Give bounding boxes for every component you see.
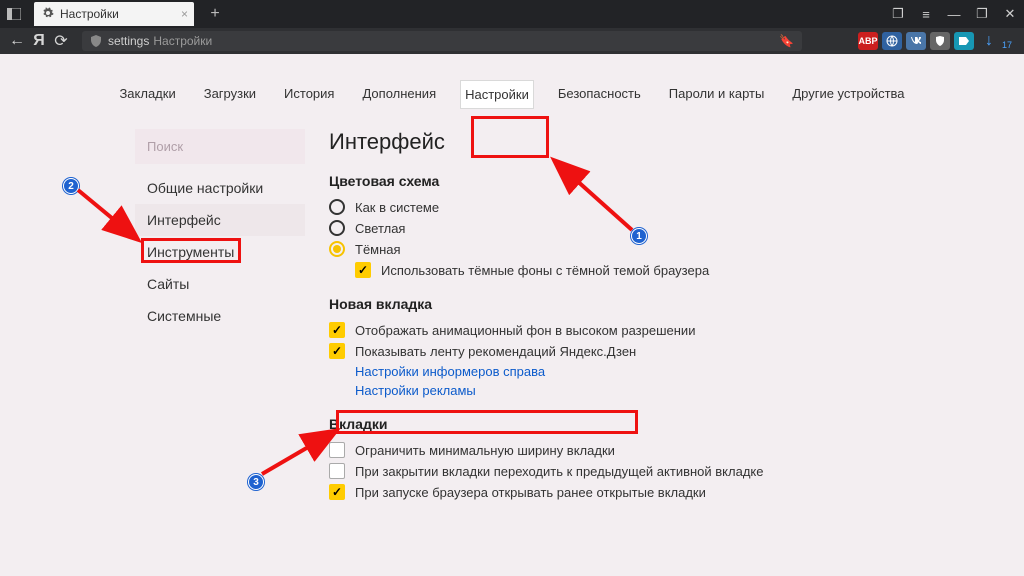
- check-zen-feed[interactable]: [329, 343, 345, 359]
- url-title: Настройки: [153, 34, 212, 48]
- section-tabs: Вкладки: [329, 416, 889, 432]
- close-window-button[interactable]: ✕: [996, 0, 1024, 28]
- address-field[interactable]: settings Настройки 🔖: [82, 31, 802, 51]
- reload-button[interactable]: ⟳: [50, 30, 72, 52]
- yandex-home-button[interactable]: Я: [28, 30, 50, 52]
- annotation-badge-3: 3: [248, 474, 264, 490]
- nav-addons[interactable]: Дополнения: [358, 80, 440, 109]
- url-path: settings: [108, 34, 149, 48]
- main-menu-button[interactable]: ≡: [912, 0, 940, 28]
- radio-scheme-system[interactable]: [329, 199, 345, 215]
- label-restore-tabs: При запуске браузера открывать ранее отк…: [355, 485, 706, 500]
- label-scheme-dark: Тёмная: [355, 242, 401, 257]
- check-restore-tabs[interactable]: [329, 484, 345, 500]
- nav-devices[interactable]: Другие устройства: [788, 80, 908, 109]
- ext-shield-icon[interactable]: [930, 32, 950, 50]
- settings-search-input[interactable]: Поиск: [135, 129, 305, 164]
- radio-scheme-dark[interactable]: [329, 241, 345, 257]
- back-button[interactable]: ←: [6, 30, 28, 52]
- collections-button[interactable]: ❐: [884, 0, 912, 28]
- top-nav: Закладки Загрузки История Дополнения Нас…: [30, 80, 994, 109]
- close-tab-icon[interactable]: ×: [181, 7, 188, 21]
- label-prev-tab: При закрытии вкладки переходить к предыд…: [355, 464, 763, 479]
- ext-vk-icon[interactable]: [906, 32, 926, 50]
- sidebar-item-interface[interactable]: Интерфейс: [135, 204, 305, 236]
- section-new-tab: Новая вкладка: [329, 296, 889, 312]
- label-scheme-light: Светлая: [355, 221, 405, 236]
- label-anim-bg: Отображать анимационный фон в высоком ра…: [355, 323, 695, 338]
- browser-tab[interactable]: Настройки ×: [34, 2, 194, 26]
- ext-adblock-icon[interactable]: ABP: [858, 32, 878, 50]
- settings-sidebar: Поиск Общие настройки Интерфейс Инструме…: [135, 129, 305, 505]
- settings-page: Закладки Загрузки История Дополнения Нас…: [0, 54, 1024, 576]
- titlebar: Настройки × + ❐ ≡ — ❐ ✕: [0, 0, 1024, 28]
- annotation-badge-2: 2: [63, 178, 79, 194]
- check-dark-backgrounds[interactable]: [355, 262, 371, 278]
- annotation-badge-1: 1: [631, 228, 647, 244]
- bookmark-icon[interactable]: 🔖: [779, 34, 794, 48]
- link-ad-settings[interactable]: Настройки рекламы: [355, 383, 889, 398]
- ext-globe-icon[interactable]: [882, 32, 902, 50]
- label-min-width: Ограничить минимальную ширину вкладки: [355, 443, 615, 458]
- check-min-width[interactable]: [329, 442, 345, 458]
- maximize-button[interactable]: ❐: [968, 0, 996, 28]
- link-widget-settings[interactable]: Настройки информеров справа: [355, 364, 889, 379]
- new-tab-button[interactable]: +: [202, 1, 228, 27]
- check-anim-bg[interactable]: [329, 322, 345, 338]
- tab-title: Настройки: [60, 7, 119, 21]
- sidebar-toggle-icon[interactable]: [0, 0, 28, 28]
- sidebar-item-system[interactable]: Системные: [135, 300, 305, 332]
- address-bar: ← Я ⟳ settings Настройки 🔖 ABP ↓ 17: [0, 28, 1024, 54]
- label-dark-backgrounds: Использовать тёмные фоны с тёмной темой …: [381, 263, 709, 278]
- settings-main: Интерфейс Цветовая схема Как в системе С…: [329, 129, 889, 505]
- nav-passwords[interactable]: Пароли и карты: [665, 80, 769, 109]
- nav-downloads[interactable]: Загрузки: [200, 80, 260, 109]
- nav-security[interactable]: Безопасность: [554, 80, 645, 109]
- nav-bookmarks[interactable]: Закладки: [115, 80, 179, 109]
- shield-icon: [90, 35, 102, 47]
- ext-price-icon[interactable]: [954, 32, 974, 50]
- sidebar-item-tools[interactable]: Инструменты: [135, 236, 305, 268]
- check-prev-tab[interactable]: [329, 463, 345, 479]
- page-title: Интерфейс: [329, 129, 889, 155]
- sidebar-item-general[interactable]: Общие настройки: [135, 172, 305, 204]
- nav-settings[interactable]: Настройки: [460, 80, 534, 109]
- section-color-scheme: Цветовая схема: [329, 173, 889, 189]
- gear-icon: [42, 7, 54, 22]
- extensions-tray: ABP ↓ 17: [858, 30, 1018, 52]
- radio-scheme-light[interactable]: [329, 220, 345, 236]
- downloads-count: 17: [1002, 40, 1012, 52]
- minimize-button[interactable]: —: [940, 0, 968, 28]
- label-scheme-system: Как в системе: [355, 200, 439, 215]
- nav-history[interactable]: История: [280, 80, 338, 109]
- downloads-button[interactable]: ↓: [978, 30, 1000, 52]
- sidebar-item-sites[interactable]: Сайты: [135, 268, 305, 300]
- label-zen-feed: Показывать ленту рекомендаций Яндекс.Дзе…: [355, 344, 636, 359]
